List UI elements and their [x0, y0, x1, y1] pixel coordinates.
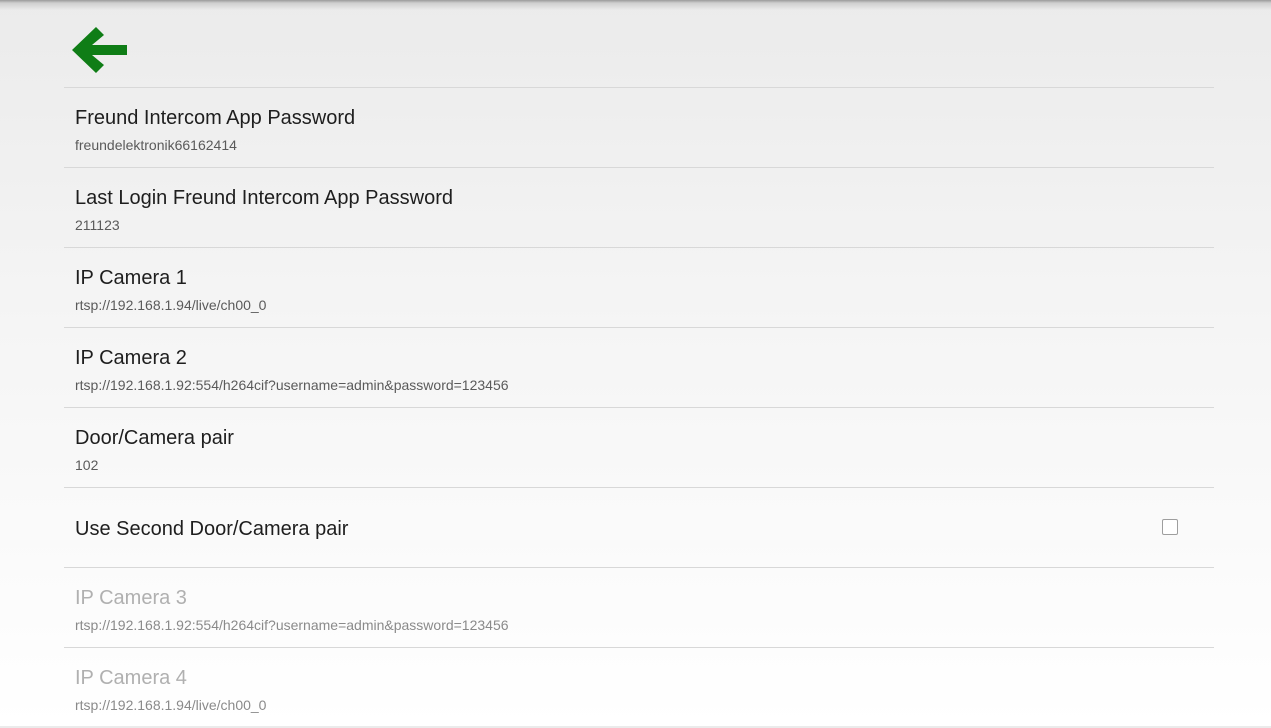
arrow-left-icon — [72, 27, 127, 73]
pref-title: IP Camera 1 — [75, 267, 187, 289]
pref-door-camera-pair[interactable]: Door/Camera pair 102 — [64, 408, 1214, 488]
action-bar-shadow — [0, 0, 1271, 10]
pref-title: IP Camera 3 — [75, 587, 187, 609]
pref-title: IP Camera 4 — [75, 667, 187, 689]
pref-title: Last Login Freund Intercom App Password — [75, 187, 453, 209]
pref-title: IP Camera 2 — [75, 347, 187, 369]
pref-summary: rtsp://192.168.1.94/live/ch00_0 — [75, 297, 267, 313]
pref-ip-camera-1[interactable]: IP Camera 1 rtsp://192.168.1.94/live/ch0… — [64, 248, 1214, 328]
pref-ip-camera-2[interactable]: IP Camera 2 rtsp://192.168.1.92:554/h264… — [64, 328, 1214, 408]
pref-summary: 211123 — [75, 217, 120, 233]
pref-use-second-pair[interactable]: Use Second Door/Camera pair — [64, 488, 1214, 568]
pref-last-login-password[interactable]: Last Login Freund Intercom App Password … — [64, 168, 1214, 248]
pref-summary: rtsp://192.168.1.94/live/ch00_0 — [75, 697, 267, 713]
header — [64, 10, 1214, 87]
pref-title: Use Second Door/Camera pair — [75, 518, 349, 540]
back-button[interactable] — [70, 24, 130, 76]
pref-app-password[interactable]: Freund Intercom App Password freundelekt… — [64, 88, 1214, 168]
pref-ip-camera-4: IP Camera 4 rtsp://192.168.1.94/live/ch0… — [64, 648, 1214, 728]
pref-summary: freundelektronik66162414 — [75, 137, 237, 153]
preferences-list: Freund Intercom App Password freundelekt… — [64, 87, 1214, 728]
pref-title: Door/Camera pair — [75, 427, 234, 449]
pref-summary: rtsp://192.168.1.92:554/h264cif?username… — [75, 377, 509, 393]
pref-ip-camera-3: IP Camera 3 rtsp://192.168.1.92:554/h264… — [64, 568, 1214, 648]
pref-summary: 102 — [75, 457, 99, 473]
pref-title: Freund Intercom App Password — [75, 107, 356, 129]
pref-summary: rtsp://192.168.1.92:554/h264cif?username… — [75, 617, 509, 633]
use-second-pair-checkbox[interactable] — [1162, 519, 1178, 535]
